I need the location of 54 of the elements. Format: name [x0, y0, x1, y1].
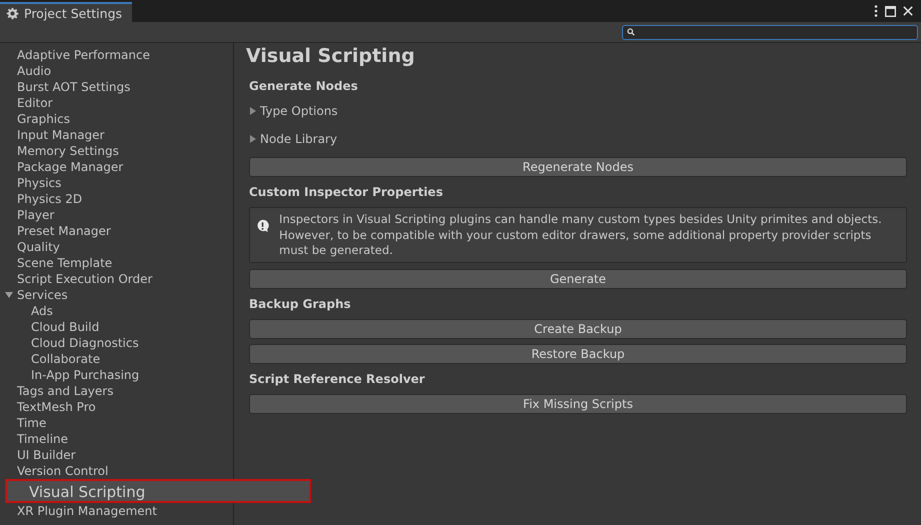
- action-button[interactable]: Generate: [249, 268, 907, 288]
- section-heading: Backup Graphs: [248, 296, 352, 310]
- sidebar-item[interactable]: Timeline: [0, 431, 233, 447]
- section-heading: Custom Inspector Properties: [248, 185, 444, 199]
- sidebar-item[interactable]: Visual Scripting: [5, 479, 311, 503]
- sidebar-item[interactable]: Graphics: [0, 111, 233, 127]
- sidebar-item[interactable]: XR Plugin Management: [0, 503, 233, 519]
- search-field[interactable]: [622, 24, 918, 40]
- sidebar-item[interactable]: Collaborate: [0, 351, 233, 367]
- expand-arrow-icon[interactable]: [249, 135, 257, 143]
- sidebar-item[interactable]: Time: [0, 415, 233, 431]
- sidebar-item[interactable]: Tags and Layers: [0, 383, 233, 399]
- settings-icon: [6, 6, 19, 20]
- sidebar-item[interactable]: Adaptive Performance: [0, 47, 233, 63]
- section-heading: Generate Nodes: [248, 79, 359, 93]
- close-icon[interactable]: [903, 6, 913, 16]
- expand-arrow-icon[interactable]: [249, 107, 257, 115]
- foldout[interactable]: Type Options: [246, 101, 907, 121]
- expand-arrow-icon[interactable]: [5, 291, 13, 299]
- sidebar-item[interactable]: Physics: [0, 175, 233, 191]
- section-heading: Script Reference Resolver: [248, 372, 426, 386]
- action-button[interactable]: Create Backup: [249, 318, 907, 338]
- sidebar-item[interactable]: TextMesh Pro: [0, 399, 233, 415]
- sidebar-item[interactable]: Cloud Build: [0, 319, 233, 335]
- sidebar-item[interactable]: Quality: [0, 239, 233, 255]
- sidebar-item[interactable]: Input Manager: [0, 127, 233, 143]
- maximize-icon[interactable]: [885, 6, 896, 16]
- warning-text: Inspectors in Visual Scripting plugins can handle many custom types besides Unity primites and objects. However, to be compatible with your custom editor drawers, some additional property provider scripts must be generated.: [279, 212, 883, 258]
- sidebar-item[interactable]: UI Builder: [0, 447, 233, 463]
- action-button[interactable]: Regenerate Nodes: [249, 157, 907, 177]
- sidebar-item[interactable]: Version Control: [0, 463, 233, 479]
- sidebar-item[interactable]: Memory Settings: [0, 143, 233, 159]
- sidebar-item[interactable]: Audio: [0, 63, 233, 79]
- more-icon[interactable]: [874, 5, 878, 17]
- foldout[interactable]: Node Library: [246, 129, 907, 149]
- sidebar-item[interactable]: Ads: [0, 303, 233, 319]
- sidebar-item[interactable]: Player: [0, 207, 233, 223]
- action-button[interactable]: Fix Missing Scripts: [249, 394, 907, 414]
- window-tab[interactable]: Project Settings: [0, 2, 132, 22]
- sidebar-item[interactable]: Physics 2D: [0, 191, 233, 207]
- page-title: Visual Scripting: [246, 45, 416, 67]
- foldout-label[interactable]: Type Options: [260, 104, 338, 118]
- sidebar-item[interactable]: In-App Purchasing: [0, 367, 233, 383]
- sidebar-item[interactable]: Scene Template: [0, 255, 233, 271]
- action-button[interactable]: Restore Backup: [249, 344, 907, 364]
- sidebar-item[interactable]: Cloud Diagnostics: [0, 335, 233, 351]
- sidebar-item[interactable]: Services: [0, 287, 233, 303]
- sidebar-item[interactable]: Burst AOT Settings: [0, 79, 233, 95]
- sidebar-item[interactable]: Package Manager: [0, 159, 233, 175]
- sidebar-item[interactable]: Script Execution Order: [0, 271, 233, 287]
- sidebar-item[interactable]: Editor: [0, 95, 233, 111]
- search-icon: [627, 28, 635, 36]
- foldout-label[interactable]: Node Library: [260, 132, 338, 146]
- sidebar-item[interactable]: Preset Manager: [0, 223, 233, 239]
